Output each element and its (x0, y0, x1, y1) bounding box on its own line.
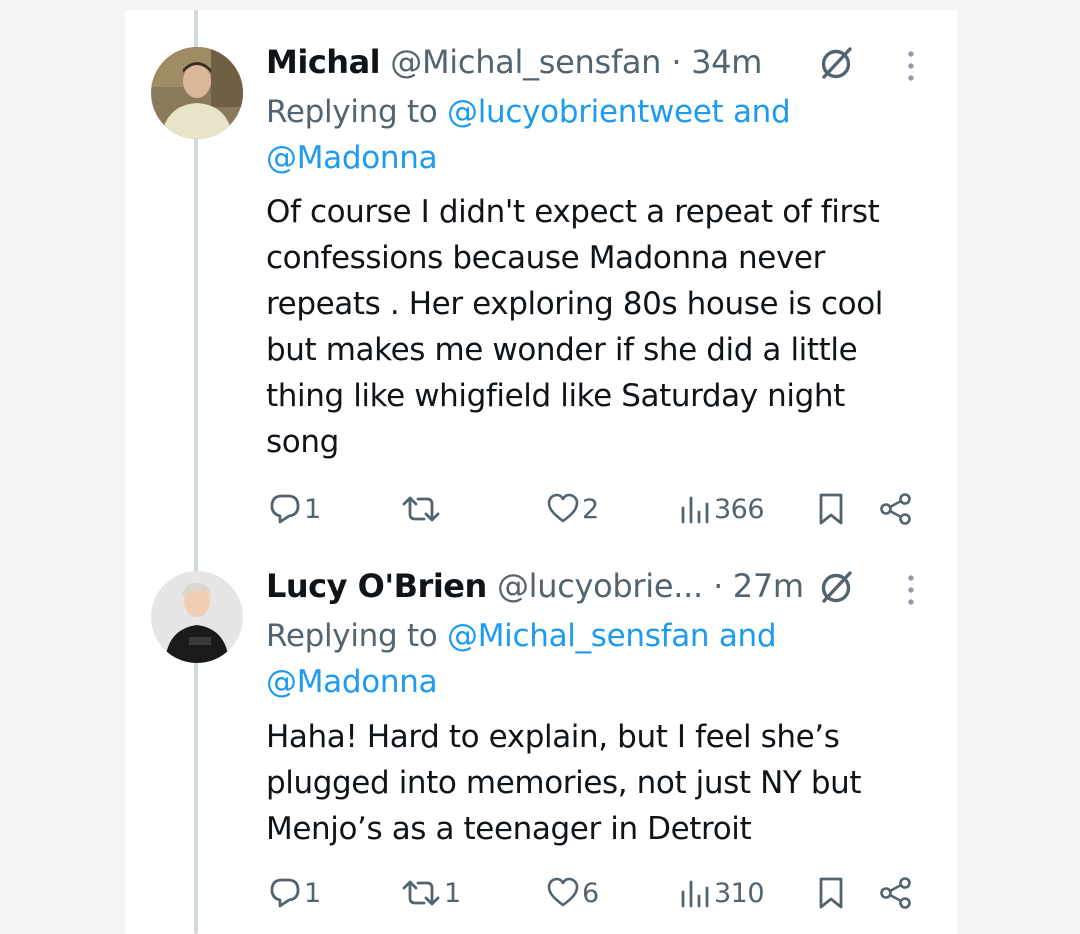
grok-icon[interactable] (816, 44, 856, 84)
timestamp[interactable]: · 27m (713, 567, 804, 605)
repost-button[interactable] (400, 487, 444, 531)
author-handle[interactable]: @Michal_sensfan (390, 43, 661, 81)
repost-count: 1 (444, 877, 461, 909)
tweet-header: Michal @Michal_sensfan · 34m (266, 42, 762, 82)
and-word[interactable]: and (733, 94, 791, 130)
avatar[interactable] (151, 47, 243, 139)
author-name[interactable]: Lucy O'Brien (266, 567, 487, 605)
share-button[interactable] (878, 871, 914, 915)
replying-to: Replying to @Michal_sensfan and @Madonna (266, 613, 777, 705)
like-button[interactable]: 6 (546, 871, 599, 915)
avatar-photo (151, 47, 243, 139)
reply-icon (270, 878, 300, 908)
like-icon (547, 877, 579, 907)
mention-link[interactable]: @lucyobrientweet (447, 94, 724, 130)
share-icon (880, 493, 911, 525)
views-icon (681, 880, 709, 908)
view-count: 366 (714, 493, 765, 525)
tweet-actions: 1 1 6 310 (266, 871, 926, 915)
replying-to: Replying to @lucyobrientweet and @Madonn… (266, 89, 791, 181)
share-button[interactable] (878, 487, 914, 531)
reply-button[interactable]: 1 (268, 871, 321, 915)
text-line: song (266, 424, 339, 460)
author-handle[interactable]: @lucyobrie... (497, 567, 703, 605)
text-line: thing like whigfield like Saturday night (266, 378, 845, 414)
avatar-photo (151, 571, 243, 663)
text-line: but makes me wonder if she did a little (266, 332, 858, 368)
mention-link[interactable]: @Madonna (266, 140, 438, 176)
bookmark-icon (819, 877, 843, 909)
reply-button[interactable]: 1 (268, 487, 321, 531)
more-icon[interactable] (903, 570, 919, 610)
views-button[interactable]: 310 (678, 871, 765, 915)
text-line: repeats . Her exploring 80s house is coo… (266, 286, 883, 322)
avatar[interactable] (151, 571, 243, 663)
tweet-text: Haha! Hard to explain, but I feel she’s … (266, 714, 926, 852)
views-button[interactable]: 366 (678, 487, 765, 531)
more-icon[interactable] (903, 46, 919, 86)
share-icon (880, 877, 911, 909)
repost-icon (402, 880, 440, 906)
bookmark-icon (819, 493, 843, 525)
like-count: 6 (582, 877, 599, 909)
replying-prefix: Replying to (266, 618, 438, 654)
views-icon (681, 496, 709, 524)
author-name[interactable]: Michal (266, 43, 381, 81)
text-line: Of course I didn't expect a repeat of fi… (266, 194, 880, 230)
mention-link[interactable]: @Madonna (266, 664, 438, 700)
tweet-text: Of course I didn't expect a repeat of fi… (266, 189, 926, 465)
view-count: 310 (714, 877, 765, 909)
bookmark-button[interactable] (816, 487, 846, 531)
thread-connector-line (194, 10, 198, 934)
tweet-header: Lucy O'Brien @lucyobrie... · 27m (266, 566, 804, 606)
text-line: Menjo’s as a teenager in Detroit (266, 811, 752, 847)
replying-prefix: Replying to (266, 94, 438, 130)
like-button[interactable]: 2 (546, 487, 599, 531)
text-line: plugged into memories, not just NY but (266, 765, 862, 801)
tweet-actions: 1 2 366 (266, 487, 926, 531)
like-count: 2 (582, 493, 599, 525)
text-line: Haha! Hard to explain, but I feel she’s (266, 719, 840, 755)
grok-icon[interactable] (816, 568, 856, 608)
and-word[interactable]: and (719, 618, 777, 654)
like-icon (547, 493, 579, 523)
reply-count: 1 (304, 493, 321, 525)
repost-button[interactable]: 1 (400, 871, 461, 915)
repost-icon (402, 496, 440, 522)
timestamp[interactable]: · 34m (671, 43, 762, 81)
text-line: confessions because Madonna never (266, 240, 825, 276)
bookmark-button[interactable] (816, 871, 846, 915)
reply-icon (270, 494, 300, 524)
reply-count: 1 (304, 877, 321, 909)
mention-link[interactable]: @Michal_sensfan (447, 618, 710, 654)
